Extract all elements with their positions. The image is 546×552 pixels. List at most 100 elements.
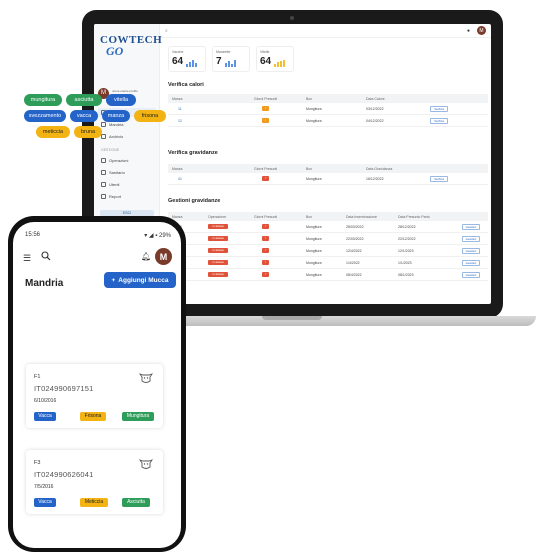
chip-vitella[interactable]: vitella: [106, 94, 136, 106]
verify-button[interactable]: Verifica: [430, 175, 448, 182]
chip-mungitura[interactable]: mungitura: [24, 94, 62, 106]
app-bar: ☰ 🔔︎ M: [23, 248, 173, 266]
status-badge: !: [262, 176, 269, 181]
plus-icon: +: [111, 276, 116, 284]
calori-table: Manza Giorni Presunti Box Data Calore 11…: [168, 94, 488, 127]
chip-vacca[interactable]: vacca: [70, 110, 98, 122]
page-title: Mandria: [25, 278, 64, 289]
table-row[interactable]: 12 ! Mungitura 04/12/2022 Verifica: [168, 115, 488, 127]
stat-card: Vacche 64: [168, 46, 206, 72]
health-icon: [101, 170, 106, 175]
top-bar: ⌕ ● M: [161, 24, 491, 38]
animal-card[interactable]: F1 IT024990697151 6/10/2016 Vacca Frison…: [26, 364, 163, 428]
table-row[interactable]: 24in attesa!Mungitura08/4/202208/1/2023G…: [168, 269, 488, 281]
cow-icon: [139, 459, 153, 469]
add-cow-button[interactable]: + Aggiungi Mucca: [104, 272, 176, 288]
operation-badge: in attesa: [208, 248, 228, 253]
menu-icon[interactable]: ☰: [23, 253, 31, 264]
animal-code: IT024990697151: [34, 384, 94, 393]
status-badge: !: [262, 272, 269, 277]
nav-section-label: GESTIONE: [101, 148, 120, 152]
sidebar-item-report[interactable]: Report: [98, 192, 156, 201]
operation-badge: in attesa: [208, 272, 228, 277]
herd-icon: [101, 122, 106, 127]
report-icon: [101, 194, 106, 199]
section-title-calori: Verifica calori: [168, 82, 204, 88]
status-bar: 15:56 ▾ ◢ ▪ 29%: [25, 232, 171, 240]
laptop-camera: [290, 16, 294, 20]
status-badge: !: [262, 236, 269, 241]
animal-name: F1: [34, 374, 41, 380]
table-header: Manza Operazione Giorni Presunti Box Dat…: [168, 212, 488, 221]
app-logo: COWTECH GO: [100, 34, 162, 59]
users-icon: [101, 182, 106, 187]
manage-button[interactable]: Gestisci: [462, 223, 480, 230]
chip-bruna[interactable]: bruna: [74, 126, 102, 138]
archive-icon: [101, 134, 106, 139]
chip-svezzamento[interactable]: svezzamento: [24, 110, 66, 122]
manage-button[interactable]: Gestisci: [462, 235, 480, 242]
manage-button[interactable]: Gestisci: [462, 271, 480, 278]
table-header: Manza Giorni Presunti Box Data Calore: [168, 94, 488, 103]
manage-button[interactable]: Gestisci: [462, 259, 480, 266]
table-row[interactable]: 21in attesa!Mungitura22/03/202222/12/202…: [168, 233, 488, 245]
avatar[interactable]: M: [155, 248, 172, 265]
stat-card: Vitelle 64: [256, 46, 294, 72]
operation-badge: in attesa: [208, 224, 228, 229]
logo-line2: GO: [106, 44, 124, 58]
tag-breed: Frisona: [80, 412, 106, 421]
animal-card[interactable]: F3 IT024990626041 7/5/2016 Vacca Meticci…: [26, 450, 163, 514]
operation-badge: in attesa: [208, 236, 228, 241]
status-badge: !: [262, 106, 269, 111]
bell-icon[interactable]: ●: [467, 28, 470, 34]
sparkline-icon: [224, 60, 236, 67]
cow-icon: [139, 373, 153, 383]
tag-breed: Meticcia: [80, 498, 108, 507]
section-title-gestioni: Gestioni gravidanze: [168, 198, 221, 204]
status-badge: !: [262, 118, 269, 123]
sidebar-item-archivio[interactable]: Archivio: [98, 132, 156, 141]
table-row[interactable]: 20in attesa!Mungitura28/03/202228/12/202…: [168, 221, 488, 233]
chip-manza[interactable]: manza: [102, 110, 130, 122]
table-row[interactable]: 11 ! Mungitura 03/12/2022 Verifica: [168, 103, 488, 115]
search-icon[interactable]: ⌕: [165, 28, 168, 34]
table-row[interactable]: 41 ! Mungitura 16/12/2022 Verifica: [168, 173, 488, 185]
table-row[interactable]: 22in attesa!Mungitura12/4/202212/1/2023G…: [168, 245, 488, 257]
animal-date: 6/10/2016: [34, 398, 57, 404]
stats-row: Vacche 64 Manzette 7 Vitelle 64: [168, 46, 294, 72]
top-avatar[interactable]: M: [477, 26, 486, 35]
sidebar-item-sanitario[interactable]: Sanitario: [98, 168, 156, 177]
tag-status: Mungitura: [122, 412, 154, 421]
sidebar-item-operazioni[interactable]: Operazioni: [98, 156, 156, 165]
verify-button[interactable]: Verifica: [430, 117, 448, 124]
chip-meticcia[interactable]: meticcia: [36, 126, 70, 138]
verify-button[interactable]: Verifica: [430, 105, 448, 112]
gestioni-table: Manza Operazione Giorni Presunti Box Dat…: [168, 212, 488, 281]
sidebar-item-utenti[interactable]: Utenti: [98, 180, 156, 189]
table-header: Manza Giorni Presunti Box Data Gravidanz…: [168, 164, 488, 173]
tag-type: Vacca: [34, 412, 56, 421]
manage-button[interactable]: Gestisci: [462, 247, 480, 254]
bell-icon[interactable]: 🔔︎: [141, 252, 151, 261]
animal-name: F3: [34, 460, 41, 466]
sparkline-icon: [274, 60, 286, 67]
stat-card: Manzette 7: [212, 46, 250, 72]
animal-date: 7/5/2016: [34, 484, 54, 490]
status-badge: !: [262, 224, 269, 229]
operation-badge: in attesa: [208, 260, 228, 265]
status-badge: !: [262, 248, 269, 253]
status-time: 15:56: [25, 232, 41, 238]
chip-asciutta[interactable]: asciutta: [66, 94, 102, 106]
search-icon[interactable]: [41, 251, 51, 261]
sparkline-icon: [186, 60, 198, 67]
gravidanze-table: Manza Giorni Presunti Box Data Gravidanz…: [168, 164, 488, 185]
status-icons: ▾ ◢ ▪ 29%: [144, 233, 171, 239]
table-row[interactable]: 23in attesa!Mungitura1/4/20221/1/2023Ges…: [168, 257, 488, 269]
section-title-gravidanze: Verifica gravidanze: [168, 150, 218, 156]
tag-type: Vacca: [34, 498, 56, 507]
operations-icon: [101, 158, 106, 163]
tag-status: Asciutta: [122, 498, 150, 507]
chip-frisona[interactable]: frisona: [134, 110, 166, 122]
animal-code: IT024990626041: [34, 470, 94, 479]
status-badge: !: [262, 260, 269, 265]
